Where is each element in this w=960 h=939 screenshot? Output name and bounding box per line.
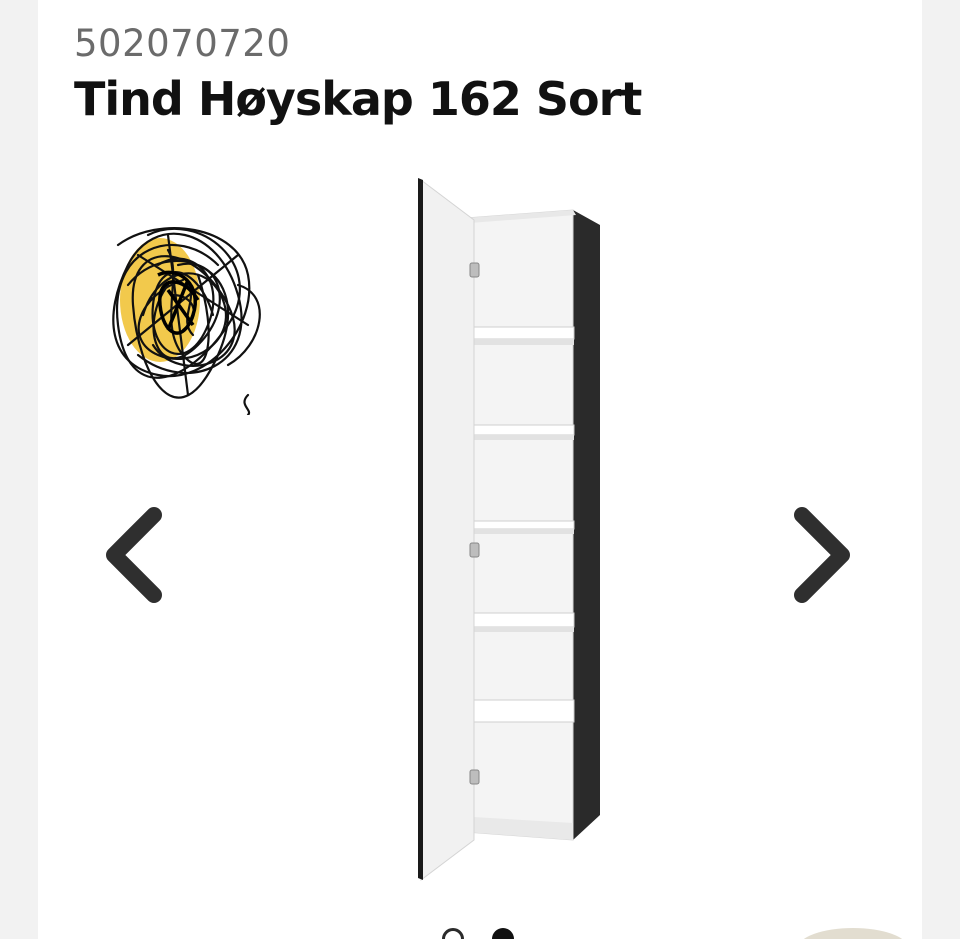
gallery-pagination: [438, 928, 528, 939]
scribbled-badge-icon: [112, 227, 261, 415]
chevron-right-icon: [794, 507, 850, 603]
product-card: 502070720 Tind Høyskap 162 Sort: [38, 0, 922, 939]
next-image-button[interactable]: [788, 500, 858, 610]
pagination-dot-2-active[interactable]: [492, 928, 514, 939]
product-title: Tind Høyskap 162 Sort: [74, 72, 642, 126]
product-image: [418, 178, 600, 882]
floating-button-partial[interactable]: [798, 928, 908, 939]
article-number: 502070720: [74, 22, 291, 65]
chevron-left-icon: [106, 507, 162, 603]
pagination-dot-1[interactable]: [442, 928, 464, 939]
previous-image-button[interactable]: [98, 500, 168, 610]
